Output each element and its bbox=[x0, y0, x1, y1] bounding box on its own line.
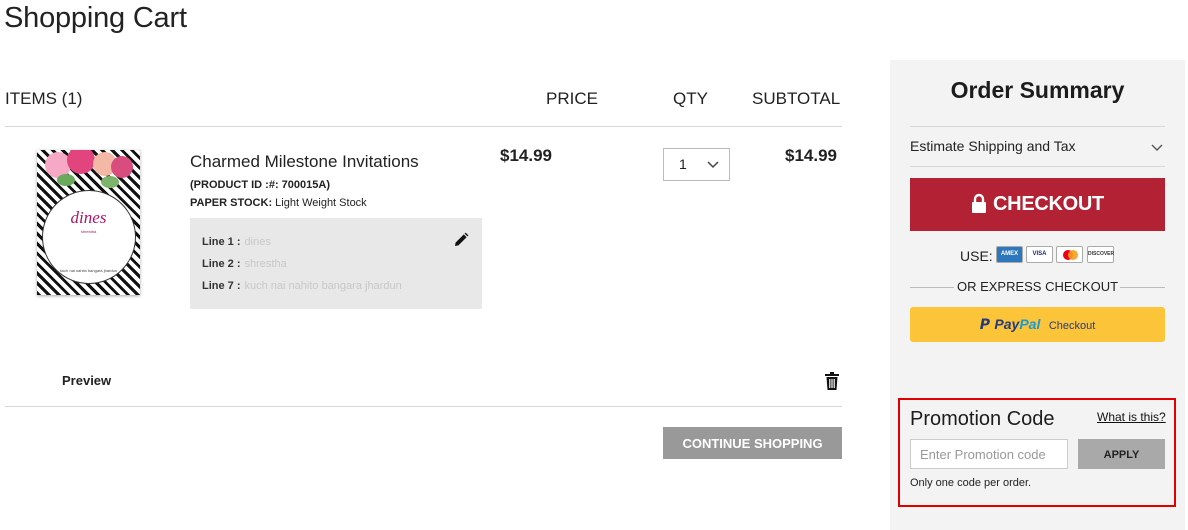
paypal-pal-text: Pal bbox=[1019, 316, 1041, 332]
product-id: (PRODUCT ID :#: 700015A) bbox=[190, 179, 330, 191]
subtotal-header: SUBTOTAL bbox=[752, 89, 841, 108]
discover-icon: DISCOVER bbox=[1087, 246, 1114, 263]
thumbnail-line: kuch nai nahito bangara jhardun bbox=[59, 268, 118, 273]
flower-decoration bbox=[111, 156, 133, 178]
line-value: dines bbox=[244, 236, 271, 248]
product-name[interactable]: Charmed Milestone Invitations bbox=[190, 152, 419, 172]
items-header: ITEMS (1) bbox=[5, 89, 83, 108]
item-subtotal: $14.99 bbox=[785, 146, 837, 165]
trash-icon[interactable] bbox=[824, 372, 840, 390]
divider bbox=[910, 126, 1165, 127]
paper-stock-label: PAPER STOCK: bbox=[190, 197, 273, 209]
flower-decoration bbox=[67, 150, 95, 174]
promotion-code-input[interactable] bbox=[910, 439, 1068, 469]
thumbnail-name: dines bbox=[70, 208, 107, 227]
visa-icon: VISA bbox=[1026, 246, 1053, 263]
what-is-this-link[interactable]: What is this? bbox=[1097, 410, 1166, 424]
leaf-decoration bbox=[101, 176, 119, 188]
quantity-select[interactable]: 1 bbox=[663, 148, 730, 181]
price-header: PRICE bbox=[546, 89, 598, 108]
divider bbox=[1120, 287, 1165, 288]
promotion-note: Only one code per order. bbox=[910, 477, 1032, 489]
divider bbox=[5, 406, 842, 407]
estimate-shipping-toggle[interactable]: Estimate Shipping and Tax bbox=[910, 138, 1165, 154]
divider bbox=[910, 166, 1165, 167]
checkout-label: CHECKOUT bbox=[993, 193, 1104, 215]
amex-icon: AMEX bbox=[996, 246, 1023, 263]
line-value: kuch nai nahito bangara jhardun bbox=[244, 280, 402, 292]
line-label: Line 1 : bbox=[202, 236, 241, 248]
page-title: Shopping Cart bbox=[4, 2, 187, 34]
line-row: Line 2 : shrestha bbox=[202, 258, 287, 270]
chevron-down-icon[interactable] bbox=[1150, 140, 1164, 154]
order-summary-title: Order Summary bbox=[950, 77, 1125, 103]
line-value: shrestha bbox=[244, 258, 287, 270]
item-price: $14.99 bbox=[500, 146, 552, 165]
promotion-code-title: Promotion Code bbox=[910, 408, 1055, 430]
divider bbox=[5, 126, 842, 127]
paypal-checkout-text: Checkout bbox=[1048, 320, 1096, 332]
product-id-label: (PRODUCT ID :#: 700015A) bbox=[190, 179, 330, 191]
product-thumbnail[interactable]: dines shrestha kuch nai nahito bangara j… bbox=[37, 150, 140, 295]
thumbnail-sub: shrestha bbox=[80, 229, 97, 234]
preview-link[interactable]: Preview bbox=[62, 373, 111, 388]
paypal-checkout-button[interactable]: P PayPal Checkout bbox=[910, 307, 1165, 342]
apply-button[interactable]: APPLY bbox=[1078, 439, 1165, 469]
mastercard-icon bbox=[1056, 246, 1083, 263]
leaf-decoration bbox=[57, 174, 75, 186]
line-row: Line 1 : dines bbox=[202, 236, 271, 248]
checkout-button[interactable]: CHECKOUT bbox=[910, 178, 1165, 231]
lock-icon bbox=[972, 193, 987, 213]
chevron-down-icon bbox=[707, 161, 719, 169]
accepted-cards-label: USE: bbox=[960, 248, 993, 264]
paper-stock: PAPER STOCK: Light Weight Stock bbox=[190, 197, 367, 209]
paypal-icon: P bbox=[979, 317, 990, 333]
qty-header: QTY bbox=[673, 89, 708, 108]
paypal-pay-text: Pay bbox=[994, 316, 1020, 332]
pencil-icon[interactable] bbox=[453, 232, 469, 248]
quantity-value: 1 bbox=[679, 156, 687, 172]
line-label: Line 7 : bbox=[202, 280, 241, 292]
continue-shopping-button[interactable]: CONTINUE SHOPPING bbox=[663, 427, 842, 459]
line-row: Line 7 : kuch nai nahito bangara jhardun bbox=[202, 280, 402, 292]
line-label: Line 2 : bbox=[202, 258, 241, 270]
personalization-box: Line 1 : dines Line 2 : shrestha Line 7 :k… bbox=[190, 218, 482, 309]
paper-stock-value: Light Weight Stock bbox=[275, 197, 367, 209]
